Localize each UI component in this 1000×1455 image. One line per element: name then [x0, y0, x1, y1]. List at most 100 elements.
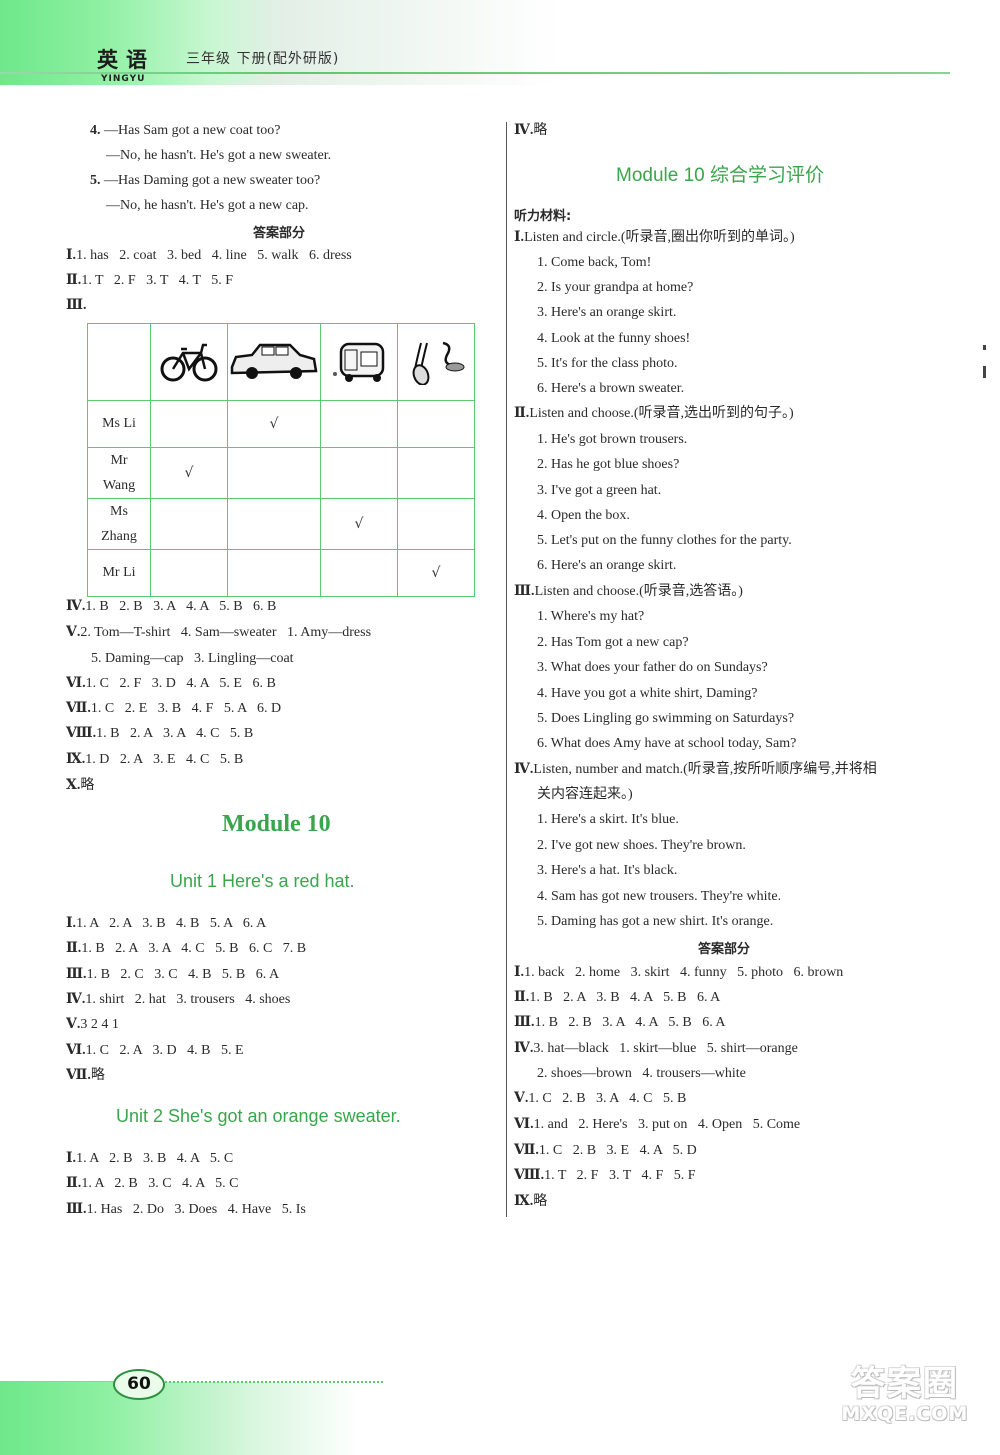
- answer-line: Ⅵ.1. C 2. A 3. D 4. B 5. E: [66, 1043, 244, 1058]
- column-divider: [506, 122, 507, 1217]
- section-title: Ⅰ.Listen and circle.(听录音,圈出你听到的单词。): [514, 230, 795, 245]
- answer-line: Ⅰ.1. has 2. coat 3. bed 4. line 5. walk …: [66, 248, 352, 263]
- listening-item: 5. Daming has got a new shirt. It's oran…: [537, 914, 774, 929]
- answer-line: Ⅴ.3 2 4 1: [66, 1017, 119, 1032]
- check-cell: √: [150, 447, 228, 499]
- listening-item: 2. Is your grandpa at home?: [537, 280, 694, 295]
- answer-line: Ⅱ.1. B 2. A 3. A 4. C 5. B 6. C 7. B: [66, 941, 307, 956]
- answer-line: Ⅸ.1. D 2. A 3. E 4. C 5. B: [66, 752, 244, 767]
- section-title: Ⅱ.Listen and choose.(听录音,选出听到的句子。): [514, 406, 794, 421]
- answer-line: Ⅴ.2. Tom—T-shirt 4. Sam—sweater 1. Amy—d…: [66, 625, 372, 640]
- answer-line: Ⅰ.1. back 2. home 3. skirt 4. funny 5. p…: [514, 965, 844, 980]
- answer-line: Ⅷ.1. T 2. F 3. T 4. F 5. F: [514, 1168, 696, 1183]
- answer-line: Ⅱ.1. T 2. F 3. T 4. T 5. F: [66, 273, 234, 288]
- dialogue-line: —No, he hasn't. He's got a new sweater.: [106, 148, 332, 163]
- module-title: Module 10: [222, 811, 331, 837]
- footer-banner: [0, 1382, 360, 1455]
- grade-info: 三年级 下册(配外研版): [186, 51, 340, 67]
- answer-heading: 答案部分: [253, 226, 306, 241]
- listening-item: 1. Come back, Tom!: [537, 255, 652, 270]
- listening-item: 4. Have you got a white shirt, Daming?: [537, 686, 758, 701]
- listening-item: 2. Has Tom got a new cap?: [537, 635, 689, 650]
- module-review-title: Module 10 综合学习评价: [616, 165, 825, 186]
- answer-heading: 答案部分: [698, 942, 751, 957]
- section-title: Ⅳ.Listen, number and match.(听录音,按所听顺序编号,…: [514, 762, 877, 777]
- answer-table: Ms Li √ Mr Wang √ Ms Zhang √ Mr Li √: [87, 323, 475, 597]
- watermark-en: MXQE.COM: [841, 1403, 969, 1425]
- table-row-label: Ms Zhang: [87, 498, 151, 550]
- check-cell: [150, 400, 228, 448]
- check-cell: [397, 498, 475, 550]
- answer-line: Ⅶ.略: [66, 1068, 105, 1083]
- answer-line: 5. Daming—cap 3. Lingling—coat: [91, 651, 294, 666]
- listening-item: 5. It's for the class photo.: [537, 356, 678, 371]
- listening-item: 3. Here's an orange skirt.: [537, 305, 677, 320]
- table-corner-cell: [87, 323, 151, 401]
- answer-line: Ⅵ.1. C 2. F 3. D 4. A 5. E 6. B: [66, 676, 276, 691]
- answer-line: Ⅷ.1. B 2. A 3. A 4. C 5. B: [66, 726, 254, 741]
- dialogue-line: 4. —Has Sam got a new coat too?: [90, 123, 281, 138]
- check-cell: [320, 549, 398, 597]
- section-title: Ⅲ.Listen and choose.(听录音,选答语。): [514, 584, 743, 599]
- answer-line: Ⅶ.1. C 2. B 3. E 4. A 5. D: [514, 1143, 697, 1158]
- check-cell: [150, 498, 228, 550]
- answer-line: Ⅲ.: [66, 298, 87, 313]
- footer-dotted-rule: [165, 1381, 383, 1383]
- table-row-label: Mr Wang: [87, 447, 151, 499]
- dialogue-line: 5. —Has Daming got a new sweater too?: [90, 173, 321, 188]
- listening-item: 6. Here's a brown sweater.: [537, 381, 685, 396]
- check-cell: [150, 549, 228, 597]
- margin-mark: [983, 345, 986, 350]
- listening-item: 4. Open the box.: [537, 508, 630, 523]
- footer-rule: [0, 1381, 115, 1382]
- listening-item: 1. Where's my hat?: [537, 609, 645, 624]
- subject-title: 英语: [97, 48, 155, 72]
- answer-line: Ⅰ.1. A 2. B 3. B 4. A 5. C: [66, 1151, 234, 1166]
- check-cell: [397, 447, 475, 499]
- watermark-cn: 答案圈: [851, 1364, 959, 1404]
- answer-line: Ⅵ.1. and 2. Here's 3. put on 4. Open 5. …: [514, 1117, 801, 1132]
- answer-line: Ⅲ.1. Has 2. Do 3. Does 4. Have 5. Is: [66, 1202, 306, 1217]
- answer-line: Ⅱ.1. B 2. A 3. B 4. A 5. B 6. A: [514, 990, 721, 1005]
- answer-line: 2. shoes—brown 4. trousers—white: [537, 1066, 746, 1081]
- check-cell: [227, 498, 321, 550]
- table-row-label: Mr Li: [87, 549, 151, 597]
- listening-item: 6. What does Amy have at school today, S…: [537, 736, 797, 751]
- answer-line: Ⅳ.1. shirt 2. hat 3. trousers 4. shoes: [66, 992, 291, 1007]
- check-cell: √: [227, 400, 321, 448]
- shoes-icon: [397, 323, 475, 401]
- listening-item: 2. Has he got blue shoes?: [537, 457, 680, 472]
- listening-item: 1. Here's a skirt. It's blue.: [537, 812, 679, 827]
- listening-item: 3. I've got a green hat.: [537, 483, 662, 498]
- answer-line: Ⅱ.1. A 2. B 3. C 4. A 5. C: [66, 1176, 239, 1191]
- answer-line: Ⅰ.1. A 2. A 3. B 4. B 5. A 6. A: [66, 916, 267, 931]
- answer-line: Ⅸ.略: [514, 1194, 548, 1209]
- margin-mark: [983, 366, 986, 378]
- bicycle-icon: [150, 323, 228, 401]
- listening-item: 5. Does Lingling go swimming on Saturday…: [537, 711, 795, 726]
- subject-pinyin: YINGYU: [101, 74, 146, 84]
- listening-item: 3. Here's a hat. It's black.: [537, 863, 678, 878]
- check-cell: [397, 400, 475, 448]
- check-cell: [320, 400, 398, 448]
- answer-line: Ⅲ.1. B 2. C 3. C 4. B 5. B 6. A: [66, 967, 280, 982]
- unit2-title: Unit 2 She's got an orange sweater.: [116, 1106, 401, 1126]
- listening-item: 2. I've got new shoes. They're brown.: [537, 838, 746, 853]
- watermark-logo: 答案圈 MXQE.COM: [820, 1365, 990, 1425]
- answer-line: Ⅳ.略: [514, 123, 548, 138]
- answer-line: Ⅹ.略: [66, 778, 95, 793]
- answer-line: Ⅶ.1. C 2. E 3. B 4. F 5. A 6. D: [66, 701, 282, 716]
- listening-item: 5. Let's put on the funny clothes for th…: [537, 533, 792, 548]
- check-cell: [227, 549, 321, 597]
- check-cell: √: [397, 549, 475, 597]
- bus-icon: [320, 323, 398, 401]
- answer-line: Ⅳ.1. B 2. B 3. A 4. A 5. B 6. B: [66, 599, 277, 614]
- check-cell: [227, 447, 321, 499]
- listening-item: 6. Here's an orange skirt.: [537, 558, 677, 573]
- check-cell: √: [320, 498, 398, 550]
- section-title-continued: 关内容连起来。): [537, 787, 633, 802]
- page-number: 60: [113, 1369, 165, 1400]
- listening-item: 3. What does your father do on Sundays?: [537, 660, 768, 675]
- check-cell: [320, 447, 398, 499]
- listening-label: 听力材料:: [514, 209, 572, 224]
